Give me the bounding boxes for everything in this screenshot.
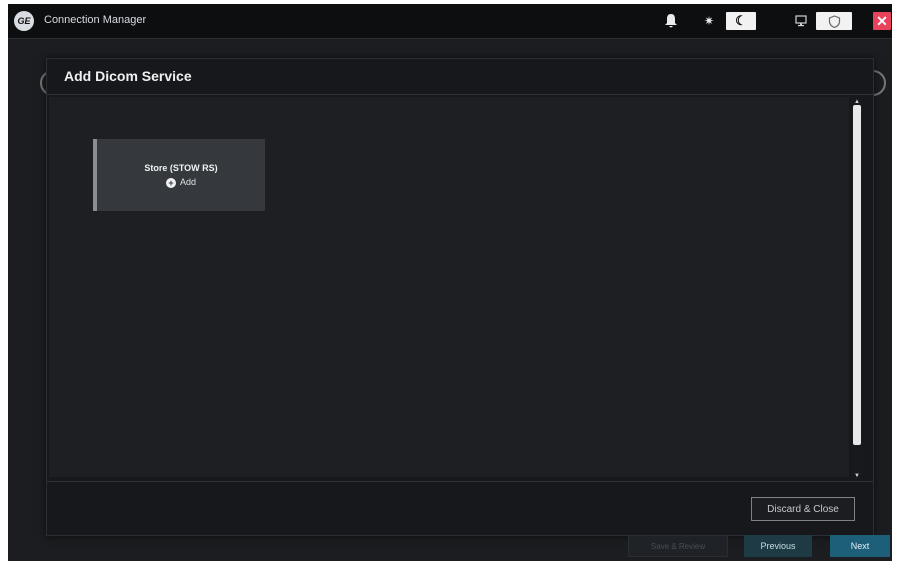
next-button[interactable]: Next bbox=[830, 535, 890, 557]
service-card-store-stow-rs[interactable]: Store (STOW RS) + Add bbox=[93, 139, 265, 211]
scroll-thumb[interactable] bbox=[853, 105, 861, 445]
divider bbox=[47, 94, 873, 95]
save-review-button[interactable]: Save & Review bbox=[628, 535, 728, 557]
app-window: GE Connection Manager ✷ ☾ ✕ Add Dicom Se… bbox=[8, 4, 892, 561]
close-icon[interactable]: ✕ bbox=[873, 12, 891, 30]
title-bar: GE Connection Manager ✷ ☾ ✕ bbox=[8, 4, 892, 39]
bell-icon[interactable] bbox=[662, 12, 680, 30]
previous-button[interactable]: Previous bbox=[744, 535, 812, 557]
moon-icon[interactable]: ☾ bbox=[726, 12, 756, 30]
vertical-scrollbar[interactable]: ▲ ▼ bbox=[852, 99, 862, 479]
discard-close-button[interactable]: Discard & Close bbox=[751, 497, 855, 521]
add-service-button[interactable]: + Add bbox=[97, 177, 265, 188]
scroll-down-icon[interactable]: ▼ bbox=[853, 473, 861, 479]
app-title: Connection Manager bbox=[44, 14, 147, 26]
ge-logo-icon: GE bbox=[14, 11, 34, 31]
shield-icon[interactable] bbox=[816, 12, 852, 30]
service-name: Store (STOW RS) bbox=[144, 163, 218, 173]
add-dicom-service-dialog: Add Dicom Service Store (STOW RS) + Add ▲… bbox=[46, 58, 874, 536]
divider bbox=[47, 481, 873, 482]
plus-circle-icon: + bbox=[165, 177, 176, 188]
add-label: Add bbox=[179, 177, 196, 187]
dialog-body: Store (STOW RS) + Add bbox=[49, 97, 849, 477]
monitor-icon[interactable] bbox=[792, 12, 810, 30]
sun-icon[interactable]: ✷ bbox=[701, 12, 717, 30]
dialog-title: Add Dicom Service bbox=[64, 68, 192, 84]
